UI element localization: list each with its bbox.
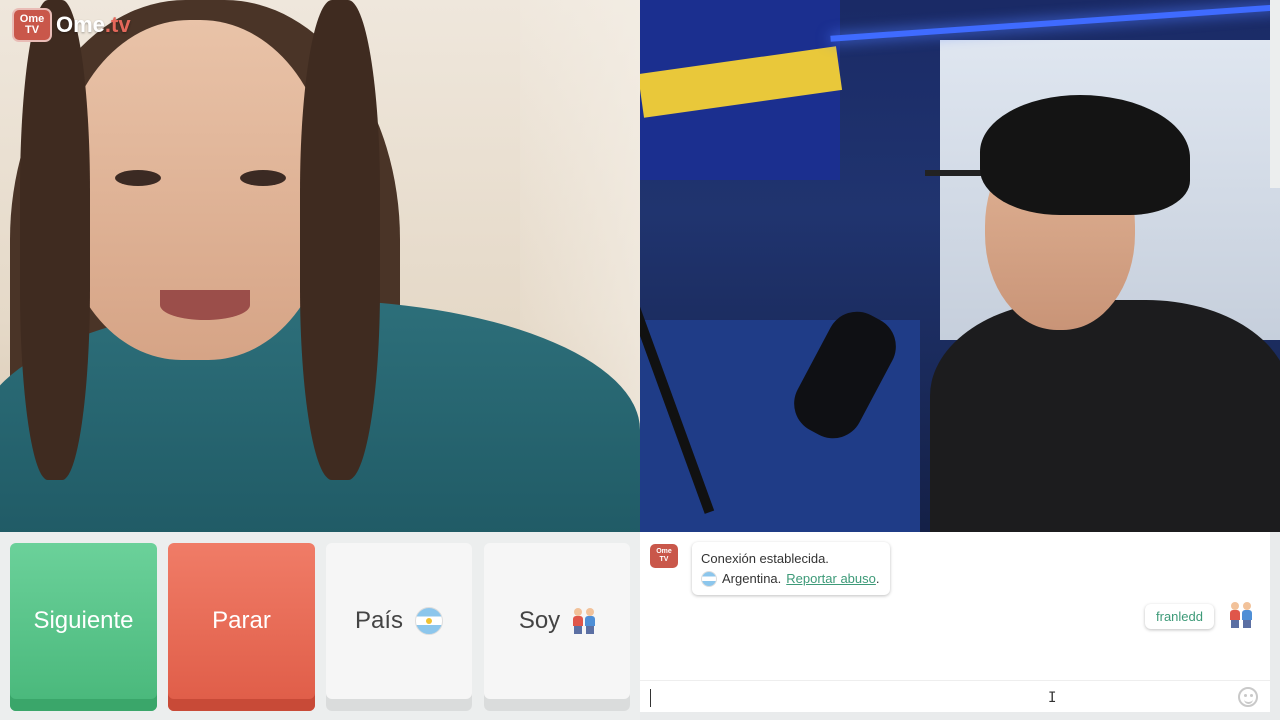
control-panel: Siguiente Parar País Soy bbox=[0, 532, 640, 720]
couple-icon bbox=[1229, 602, 1252, 628]
hair-strand bbox=[20, 0, 90, 480]
report-suffix: . bbox=[875, 571, 880, 586]
tv-icon: Ome TV bbox=[12, 8, 52, 42]
country-label: País bbox=[354, 607, 404, 634]
omegle-tv-icon: Ome TV bbox=[650, 544, 678, 568]
couple-icon bbox=[572, 608, 596, 634]
logo-suffix: .tv bbox=[104, 12, 131, 37]
torso bbox=[930, 300, 1280, 532]
stop-button[interactable]: Parar bbox=[168, 543, 315, 711]
logo-main: Ome bbox=[56, 12, 105, 37]
emoji-icon[interactable] bbox=[1238, 687, 1258, 707]
eye bbox=[115, 170, 161, 186]
argentina-flag-icon bbox=[415, 607, 444, 635]
chat-panel: Ome TV Conexión establecida. Argentina. … bbox=[640, 532, 1270, 712]
system-message: Conexión establecida. Argentina. Reporta… bbox=[692, 542, 890, 595]
avatar-line2: TV bbox=[659, 556, 669, 563]
omegle-logo[interactable]: Ome TV Ome.tv bbox=[12, 8, 131, 42]
text-caret bbox=[650, 689, 651, 707]
chat-scrollbar[interactable] bbox=[1270, 0, 1280, 188]
self-video bbox=[640, 0, 1280, 532]
stranger-video: Ome TV Ome.tv bbox=[0, 0, 640, 532]
logo-text: Ome.tv bbox=[56, 12, 131, 38]
gender-button[interactable]: Soy bbox=[484, 543, 630, 711]
logo-tv-line2: TV bbox=[24, 24, 40, 36]
hair bbox=[980, 95, 1190, 215]
mouth bbox=[160, 290, 250, 320]
argentina-flag-icon bbox=[701, 571, 717, 587]
next-button[interactable]: Siguiente bbox=[10, 543, 157, 711]
country-button[interactable]: País bbox=[326, 543, 472, 711]
user-message: franledd bbox=[1145, 604, 1214, 629]
next-label: Siguiente bbox=[33, 607, 134, 634]
eye bbox=[240, 170, 286, 186]
stop-label: Parar bbox=[212, 607, 271, 634]
stranger-country: Argentina. bbox=[722, 571, 782, 586]
led-strip bbox=[830, 4, 1280, 42]
avatar-line1: Ome bbox=[656, 548, 672, 555]
connection-status: Conexión establecida. bbox=[701, 551, 829, 566]
hair-strand bbox=[300, 0, 380, 480]
report-abuse-link[interactable]: Reportar abuso bbox=[786, 571, 876, 586]
ibeam-cursor-icon: I bbox=[1048, 690, 1057, 706]
omegle-app: Ome TV Ome.tv Siguiente Parar País Soy O… bbox=[0, 0, 1280, 720]
chat-input[interactable]: I bbox=[640, 680, 1270, 712]
gender-label: Soy bbox=[518, 607, 561, 634]
